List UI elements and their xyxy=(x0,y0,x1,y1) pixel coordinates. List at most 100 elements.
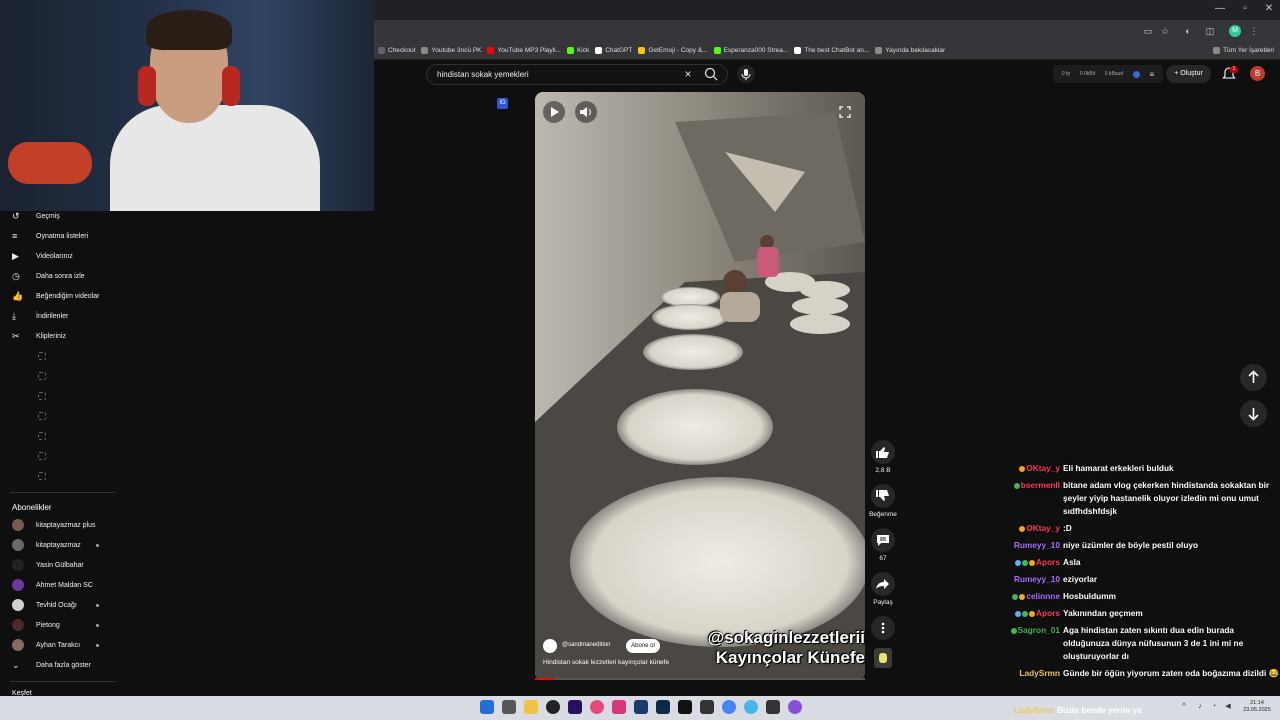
shorts-video-player[interactable] xyxy=(535,92,865,680)
subscribe-button[interactable]: Abone ol xyxy=(626,639,660,653)
channel-avatar xyxy=(12,579,24,591)
dislike-label: Beğenme xyxy=(869,511,897,518)
subscription-item[interactable]: kitaptayazmaz xyxy=(0,535,118,555)
subscription-item[interactable]: Pietong xyxy=(0,615,118,635)
clear-search-icon[interactable]: × xyxy=(682,66,694,82)
start-menu-icon[interactable] xyxy=(480,700,494,714)
bookmark-label: Esperanza000 Strea... xyxy=(723,47,789,54)
bookmark-item[interactable]: YouTube MP3 Playli... xyxy=(487,47,561,54)
menu-icon[interactable]: ⋮ xyxy=(1248,25,1260,37)
subscription-item[interactable]: kitaptayazmaz plus xyxy=(0,515,118,535)
sidebar-item[interactable]: ▶ Videolarınız xyxy=(0,246,118,266)
sidebar-item[interactable]: ≡ Oynatma listeleri xyxy=(0,226,118,246)
network-icon[interactable]: ◔ xyxy=(1210,703,1218,711)
sidebar-item[interactable]: ◷ Daha sonra izle xyxy=(0,266,118,286)
more-options-button[interactable] xyxy=(871,616,895,640)
bookmark-label: Youtube 3ncü PK xyxy=(431,47,482,54)
task-view-icon[interactable] xyxy=(502,700,516,714)
bookmark-item[interactable]: Checkout xyxy=(378,47,415,54)
list-icon[interactable]: ≡ xyxy=(1149,70,1154,79)
volume-tray-icon[interactable]: ◀ xyxy=(1224,703,1232,711)
subscriptions-heading[interactable]: Abonelikler xyxy=(12,503,52,512)
sidebar-item[interactable]: 👍 Beğendiğim videolar xyxy=(0,286,118,306)
tray-chevron-icon[interactable]: ^ xyxy=(1180,703,1188,711)
chat-text: niye üzümler de böyle pestil oluyo xyxy=(1063,540,1199,550)
maximize-button[interactable]: ▫ xyxy=(1237,3,1253,14)
obs-icon[interactable] xyxy=(546,700,560,714)
search-icon[interactable] xyxy=(703,66,719,82)
all-bookmarks-button[interactable]: Tüm Yer İşaretleri xyxy=(1213,47,1280,54)
chat-username: Sagron_01 xyxy=(1017,625,1060,635)
video-progress-bar[interactable] xyxy=(535,678,865,680)
app-icon[interactable] xyxy=(744,700,758,714)
file-explorer-icon[interactable] xyxy=(524,700,538,714)
sidebar-divider xyxy=(10,681,115,682)
like-button[interactable] xyxy=(871,440,895,464)
sidebar-item[interactable]: ✂ Klipleriniz xyxy=(0,326,118,346)
subscription-label: kitaptayazmaz xyxy=(36,541,81,549)
comments-button[interactable] xyxy=(871,528,895,552)
profile-icon[interactable]: M xyxy=(1229,25,1241,37)
video-icon: ▶ xyxy=(12,251,19,261)
show-more-button[interactable]: ⌄ Daha fazla göster xyxy=(0,655,118,675)
bookmark-item[interactable]: ChatGPT xyxy=(595,47,632,54)
playlist-icon: ≡ xyxy=(12,231,18,241)
channel-avatar xyxy=(12,559,24,571)
download-icon: ⤓ xyxy=(12,311,16,321)
sidebar-item[interactable]: ⤓ İndirilenler xyxy=(0,306,118,326)
fullscreen-icon[interactable] xyxy=(837,104,853,120)
tiktok-icon[interactable] xyxy=(678,700,692,714)
puzzle-icon[interactable]: ◫ xyxy=(1204,25,1216,37)
mic-tray-icon[interactable]: ♪ xyxy=(1196,703,1204,711)
close-window-button[interactable]: ✕ xyxy=(1261,3,1277,14)
app-icon[interactable] xyxy=(788,700,802,714)
chat-text: Günde bir öğün yiyorum zaten oda boğazım… xyxy=(1063,668,1279,678)
app-icon[interactable] xyxy=(700,700,714,714)
chat-username-row: Apors xyxy=(1015,556,1060,569)
subscription-label: Tevhid Ocağı xyxy=(36,601,77,609)
bookmark-item[interactable]: Youtube 3ncü PK xyxy=(421,47,481,54)
instagram-icon[interactable] xyxy=(612,700,626,714)
voice-search-icon[interactable] xyxy=(737,65,755,83)
bookmark-item[interactable]: Esperanza000 Strea... xyxy=(713,47,789,54)
chat-username-row: OKtay_y xyxy=(1019,522,1060,535)
sidebar-item[interactable]: ↺ Geçmiş xyxy=(0,206,118,226)
volume-icon[interactable] xyxy=(575,101,597,123)
bookmark-item[interactable]: GetEmoji - Copy &... xyxy=(638,47,708,54)
channel-avatar xyxy=(12,619,24,631)
channel-avatar[interactable] xyxy=(543,639,557,653)
share-button[interactable] xyxy=(871,572,895,596)
minimize-button[interactable]: — xyxy=(1212,3,1228,14)
bookmark-item[interactable]: The best ChatBot an... xyxy=(794,47,869,54)
app-icon[interactable] xyxy=(634,700,648,714)
channel-info: @sandmanedition xyxy=(543,639,853,653)
dislike-button[interactable] xyxy=(871,484,895,508)
subscription-item[interactable]: Ahmet Maldan SC xyxy=(0,575,118,595)
channel-name[interactable]: @sandmanedition xyxy=(562,642,610,648)
cast-icon[interactable]: ▭ xyxy=(1142,25,1154,37)
photoshop-icon[interactable] xyxy=(656,700,670,714)
premiere-icon[interactable] xyxy=(568,700,582,714)
video-title[interactable]: Hindistan sokak lezzetleri kayınçolar kü… xyxy=(543,659,669,666)
sidebar-item-label: Oynatma listeleri xyxy=(36,232,89,240)
app-icon[interactable] xyxy=(590,700,604,714)
subscription-item[interactable]: Tevhid Ocağı xyxy=(0,595,118,615)
clock-date: 23.05.2025 xyxy=(1243,707,1271,713)
previous-video-button[interactable] xyxy=(1240,364,1267,391)
clock[interactable]: 21:14 23.05.2025 xyxy=(1236,700,1278,714)
play-icon[interactable] xyxy=(543,101,565,123)
next-video-button[interactable] xyxy=(1240,400,1267,427)
app-icon[interactable] xyxy=(766,700,780,714)
subscription-item[interactable]: Yasin Gülbahar xyxy=(0,555,118,575)
account-avatar[interactable]: B xyxy=(1250,66,1265,81)
star-icon[interactable]: ☆ xyxy=(1159,25,1171,37)
bookmark-item[interactable]: Kick xyxy=(566,47,589,54)
sound-thumbnail[interactable] xyxy=(874,648,892,668)
create-button[interactable]: + Oluştur xyxy=(1166,65,1211,83)
chrome-icon[interactable] xyxy=(722,700,736,714)
globe-icon[interactable] xyxy=(1132,70,1140,78)
extension-badge[interactable]: IG xyxy=(497,98,508,109)
bookmark-item[interactable]: Yayında bakılacaklar xyxy=(875,47,945,54)
subscription-item[interactable]: Ayhan Tarakcı xyxy=(0,635,118,655)
extension-icon[interactable]: ◐ xyxy=(1182,25,1194,37)
